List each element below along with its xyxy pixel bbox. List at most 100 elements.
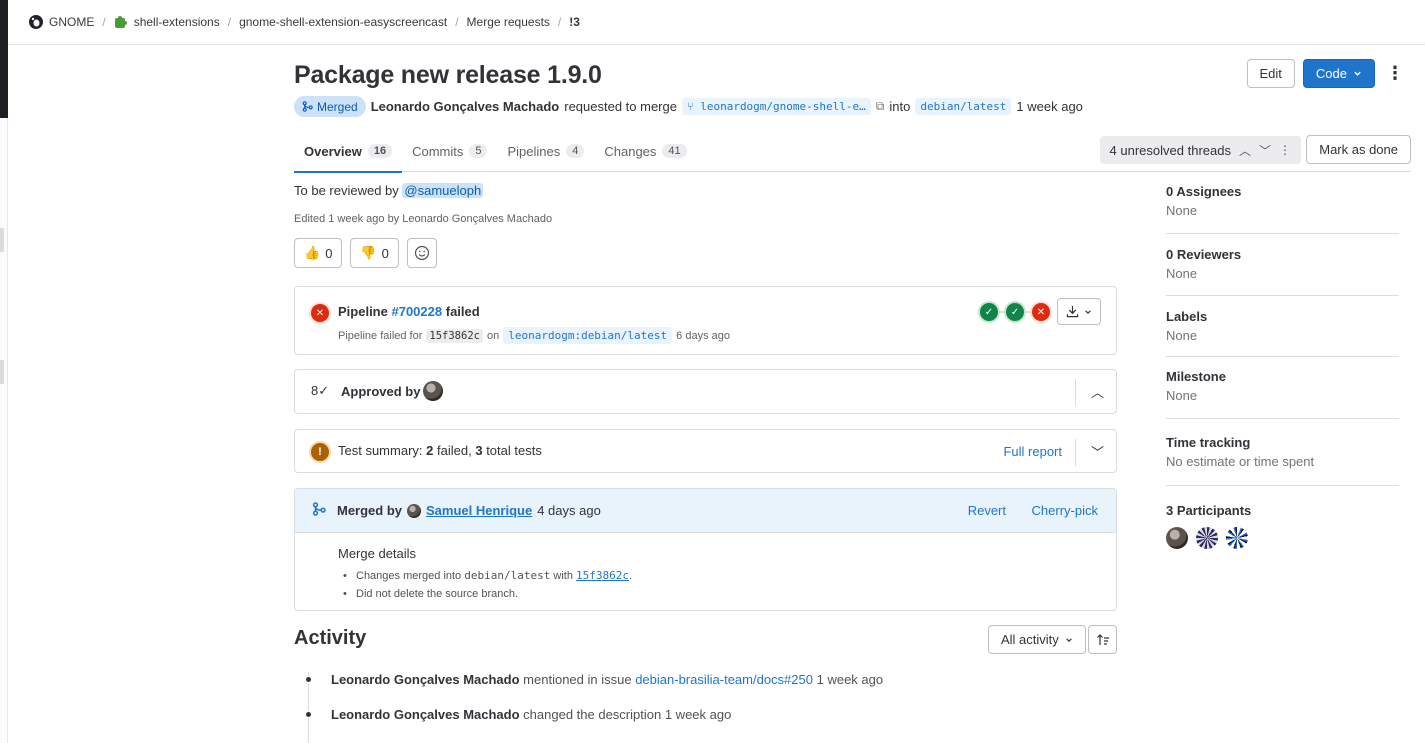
unresolved-threads[interactable]: 4 unresolved threads ︿ ﹀ ⋮ (1099, 136, 1301, 164)
divider (1166, 485, 1399, 486)
thumbs-down-count: 0 (381, 245, 389, 261)
commit-sha[interactable]: 15f3862c (426, 328, 483, 343)
merged-widget: Merged by Samuel Henrique 4 days ago Rev… (294, 488, 1117, 611)
participants-section: 3 Participants (1166, 503, 1399, 549)
rail-indicator[interactable] (0, 360, 4, 384)
milestone-section[interactable]: Milestone None (1166, 369, 1399, 403)
breadcrumb-merge-requests[interactable]: Merge requests (467, 15, 550, 29)
tab-count: 4 (566, 144, 585, 158)
participant-avatar[interactable] (1226, 527, 1248, 549)
mr-author[interactable]: Leonardo Gonçalves Machado (371, 99, 560, 114)
breadcrumb-gnome[interactable]: GNOME (29, 15, 94, 29)
stage-connector (1024, 311, 1032, 313)
more-options-icon[interactable]: ⋮ (1279, 143, 1291, 157)
reviewers-value: None (1166, 266, 1198, 281)
pipeline-title: Pipeline #700228 failed (338, 304, 480, 319)
chevron-up-icon[interactable]: ︿ (1091, 382, 1104, 401)
participants-title: 3 Participants (1166, 503, 1252, 518)
add-reaction-button[interactable] (406, 238, 437, 268)
target-branch[interactable]: debian/latest (915, 98, 1012, 115)
merger-avatar[interactable] (407, 503, 422, 518)
description-prefix: To be reviewed by (294, 183, 399, 198)
edited-info: Edited 1 week ago by Leonardo Gonçalves … (294, 213, 553, 225)
tab-label: Overview (304, 143, 362, 159)
breadcrumb-separator: / (102, 15, 106, 29)
mark-as-done-button[interactable]: Mark as done (1306, 135, 1411, 164)
status-badge-label: Merged (317, 99, 358, 114)
assignees-section[interactable]: 0 Assignees None (1166, 184, 1399, 218)
failed-count: 2 (426, 443, 434, 458)
puzzle-icon (114, 16, 127, 28)
participant-avatar[interactable] (1166, 527, 1188, 549)
stage-connector (998, 311, 1006, 313)
assignees-title: 0 Assignees (1166, 184, 1242, 199)
source-branch-label: leonardogm/gnome-shell-e… (700, 100, 866, 113)
breadcrumb-mr-id[interactable]: !3 (569, 15, 580, 29)
edit-button[interactable]: Edit (1246, 59, 1295, 88)
tab-commits[interactable]: Commits 5 (402, 131, 497, 172)
sidebar-collapsed-rail (0, 118, 8, 743)
breadcrumb-project[interactable]: gnome-shell-extension-easyscreencast (239, 15, 447, 29)
detail-period: . (629, 570, 633, 582)
pipeline-link[interactable]: #700228 (391, 304, 442, 319)
full-report-link[interactable]: Full report (1003, 444, 1062, 459)
tab-changes[interactable]: Changes 41 (594, 131, 696, 172)
chevron-down-icon[interactable]: ﹀ (1259, 142, 1271, 159)
thumbs-up-button[interactable]: 👍 0 (294, 238, 343, 268)
activity-author[interactable]: Leonardo Gonçalves Machado (331, 672, 520, 687)
activity-filter-dropdown[interactable]: All activity (988, 625, 1086, 654)
participants-list (1166, 527, 1399, 549)
cherry-pick-button[interactable]: Cherry-pick (1032, 503, 1098, 518)
code-dropdown-button[interactable]: Code (1302, 59, 1375, 88)
thumbs-down-icon: 👎 (360, 245, 377, 260)
more-actions-icon[interactable]: ⋮ (1383, 59, 1407, 88)
thumbs-down-button[interactable]: 👎 0 (350, 238, 399, 268)
time-tracking-section[interactable]: Time tracking No estimate or time spent (1166, 435, 1399, 469)
chevron-up-icon[interactable]: ︿ (1239, 142, 1251, 159)
sort-order-button[interactable] (1088, 625, 1117, 654)
participant-avatar[interactable] (1196, 527, 1218, 549)
stage-failed-icon[interactable]: ✕ (1032, 303, 1050, 321)
thumbs-up-icon: 👍 (304, 245, 321, 260)
pipeline-mini-graph: ✓ ✓ ✕ (980, 303, 1050, 321)
merged-header: Merged by Samuel Henrique 4 days ago Rev… (295, 489, 1116, 533)
tab-pipelines[interactable]: Pipelines 4 (497, 131, 594, 172)
target-branch-name: debian/latest (464, 569, 551, 582)
breadcrumb: GNOME / shell-extensions / gnome-shell-e… (8, 0, 1425, 45)
stage-success-icon[interactable]: ✓ (1006, 303, 1024, 321)
detail-text: with (553, 570, 573, 582)
milestone-title: Milestone (1166, 369, 1226, 384)
breadcrumb-shell-extensions[interactable]: shell-extensions (114, 15, 220, 29)
pipeline-widget: ✕ Pipeline #700228 failed Pipeline faile… (294, 286, 1117, 355)
pipeline-subtitle: Pipeline failed for 15f3862c on leonardo… (338, 327, 730, 344)
stage-success-icon[interactable]: ✓ (980, 303, 998, 321)
revert-button[interactable]: Revert (968, 503, 1006, 518)
labels-section[interactable]: Labels None (1166, 309, 1399, 343)
rail-indicator[interactable] (0, 228, 4, 252)
activity-issue-link[interactable]: debian-brasilia-team/docs#250 (635, 672, 813, 687)
chevron-down-icon (1085, 309, 1091, 314)
copy-icon[interactable]: ⧉ (876, 99, 885, 114)
approver-avatar[interactable] (423, 381, 443, 401)
test-summary-text: Test summary: 2 failed, 3 total tests (338, 443, 542, 458)
mr-meta: Merged Leonardo Gonçalves Machado reques… (294, 96, 1083, 117)
download-artifacts-button[interactable] (1057, 298, 1101, 325)
pipeline-ref[interactable]: leonardogm:debian/latest (503, 327, 673, 344)
gnome-logo-icon (29, 15, 43, 29)
smiley-icon (414, 245, 429, 261)
pipeline-status: failed (445, 304, 480, 319)
tab-count: 5 (469, 144, 488, 158)
activity-filter-label: All activity (1001, 632, 1059, 647)
reviewers-section[interactable]: 0 Reviewers None (1166, 247, 1399, 281)
chevron-down-icon[interactable]: ﹀ (1091, 442, 1104, 461)
pipeline-time: 6 days ago (676, 329, 730, 342)
activity-author[interactable]: Leonardo Gonçalves Machado (331, 707, 520, 722)
user-mention[interactable]: @samueloph (402, 183, 484, 198)
failed-status-icon: ✕ (311, 304, 329, 322)
assignees-value: None (1166, 203, 1198, 218)
merger-link[interactable]: Samuel Henrique (426, 503, 532, 518)
source-branch[interactable]: ⑂ leonardogm/gnome-shell-e… (681, 98, 871, 115)
tab-overview[interactable]: Overview 16 (294, 131, 403, 173)
merge-commit-link[interactable]: 15f3862c (576, 569, 629, 582)
merge-details-title: Merge details (338, 546, 417, 561)
